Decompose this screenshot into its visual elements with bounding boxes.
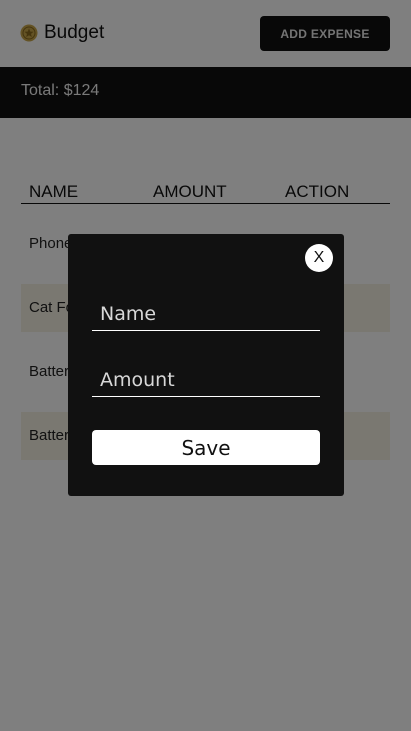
save-button[interactable]: Save	[92, 430, 320, 465]
close-button[interactable]: X	[305, 244, 333, 272]
app: Budget ADD EXPENSE Total: $124 NAME AMOU…	[0, 0, 411, 731]
name-input[interactable]	[92, 297, 320, 331]
amount-input[interactable]	[92, 363, 320, 397]
add-expense-modal: X Save	[68, 234, 344, 496]
